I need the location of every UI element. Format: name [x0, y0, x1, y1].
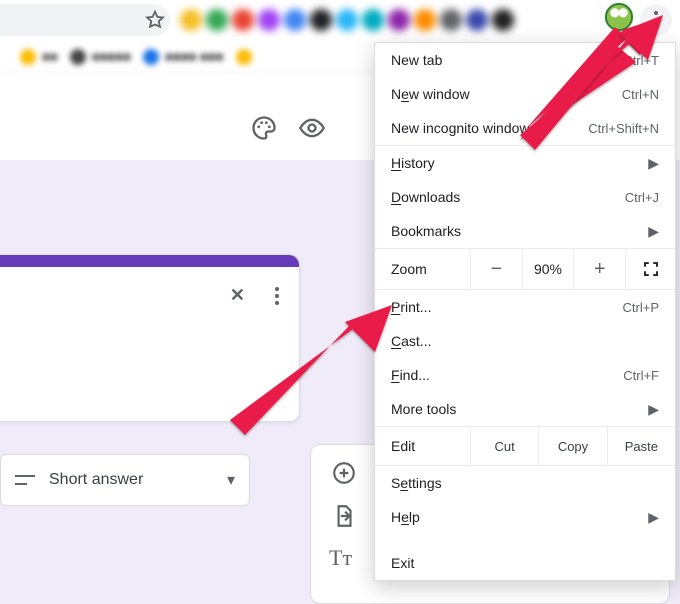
chrome-menu-button[interactable]	[640, 4, 672, 36]
vertical-dots-icon	[654, 18, 658, 22]
menu-label: Downloads	[391, 189, 625, 205]
menu-label: History	[391, 155, 640, 171]
import-questions-icon[interactable]	[331, 503, 357, 529]
submenu-arrow-icon: ▶	[648, 401, 659, 418]
menu-item-edit: Edit Cut Copy Paste	[375, 427, 675, 465]
menu-item-zoom: Zoom − 90% +	[375, 249, 675, 289]
submenu-arrow-icon: ▶	[648, 223, 659, 240]
menu-item-new-window[interactable]: New window Ctrl+N	[375, 77, 675, 111]
menu-item-exit[interactable]: Exit	[375, 546, 675, 580]
zoom-label: Zoom	[375, 261, 470, 277]
add-question-icon[interactable]	[331, 460, 357, 486]
edit-cut-button[interactable]: Cut	[470, 427, 538, 465]
card-accent-bar	[0, 255, 299, 267]
profile-avatar[interactable]	[604, 2, 634, 32]
fullscreen-icon	[642, 260, 660, 278]
menu-item-find[interactable]: Find... Ctrl+F	[375, 358, 675, 392]
menu-item-downloads[interactable]: Downloads Ctrl+J	[375, 180, 675, 214]
browser-toolbar	[0, 0, 680, 40]
eye-preview-icon[interactable]	[298, 114, 326, 147]
menu-item-history[interactable]: History ▶	[375, 146, 675, 180]
omnibox-tail[interactable]	[0, 4, 170, 36]
short-answer-icon	[15, 472, 35, 488]
add-title-icon[interactable]: Tᴛ	[329, 545, 359, 571]
bookmark-star-icon[interactable]	[144, 9, 166, 31]
edit-label: Edit	[375, 438, 470, 454]
more-vertical-icon[interactable]	[275, 294, 279, 298]
menu-shortcut: Ctrl+T	[623, 53, 659, 68]
menu-label: Cast...	[391, 333, 659, 349]
card-action-row: ✕	[230, 285, 279, 306]
menu-label: New window	[391, 86, 622, 102]
menu-item-new-tab[interactable]: New tab Ctrl+T	[375, 43, 675, 77]
menu-spacer	[375, 534, 675, 546]
menu-label: Bookmarks	[391, 223, 640, 239]
chrome-main-menu: New tab Ctrl+T New window Ctrl+N New inc…	[374, 42, 676, 581]
menu-item-more-tools[interactable]: More tools ▶	[375, 392, 675, 426]
menu-shortcut: Ctrl+J	[625, 190, 659, 205]
menu-shortcut: Ctrl+P	[623, 300, 659, 315]
palette-icon[interactable]	[250, 114, 278, 147]
menu-shortcut: Ctrl+F	[623, 368, 659, 383]
edit-paste-button[interactable]: Paste	[607, 427, 675, 465]
zoom-in-button[interactable]: +	[573, 249, 625, 289]
screenshot-root: ■■ ■■■■■ ■■■■ ■■■ ✕ Short a	[0, 0, 680, 604]
menu-label: New incognito window	[391, 120, 588, 136]
menu-label: Print...	[391, 299, 623, 315]
caret-down-icon: ▾	[227, 470, 235, 490]
menu-item-bookmarks[interactable]: Bookmarks ▶	[375, 214, 675, 248]
edit-copy-button[interactable]: Copy	[538, 427, 606, 465]
menu-item-print[interactable]: Print... Ctrl+P	[375, 290, 675, 324]
menu-item-settings[interactable]: Settings	[375, 466, 675, 500]
question-type-label: Short answer	[49, 471, 213, 489]
menu-shortcut: Ctrl+N	[622, 87, 659, 102]
fullscreen-button[interactable]	[625, 249, 675, 289]
menu-item-incognito[interactable]: New incognito window Ctrl+Shift+N	[375, 111, 675, 145]
menu-item-cast[interactable]: Cast...	[375, 324, 675, 358]
menu-label: Find...	[391, 367, 623, 383]
menu-label: More tools	[391, 401, 640, 417]
zoom-value: 90%	[522, 249, 574, 289]
menu-label: New tab	[391, 52, 623, 68]
question-type-dropdown[interactable]: Short answer ▾	[0, 454, 250, 506]
menu-item-help[interactable]: Help ▶	[375, 500, 675, 534]
form-title-card[interactable]: ✕	[0, 254, 300, 422]
menu-label: Exit	[391, 555, 659, 571]
submenu-arrow-icon: ▶	[648, 509, 659, 526]
close-x-icon[interactable]: ✕	[230, 285, 245, 306]
submenu-arrow-icon: ▶	[648, 155, 659, 172]
zoom-out-button[interactable]: −	[470, 249, 522, 289]
menu-label: Help	[391, 509, 640, 525]
extensions-row-blurred	[180, 4, 630, 36]
menu-label: Settings	[391, 475, 659, 491]
menu-shortcut: Ctrl+Shift+N	[588, 121, 659, 136]
